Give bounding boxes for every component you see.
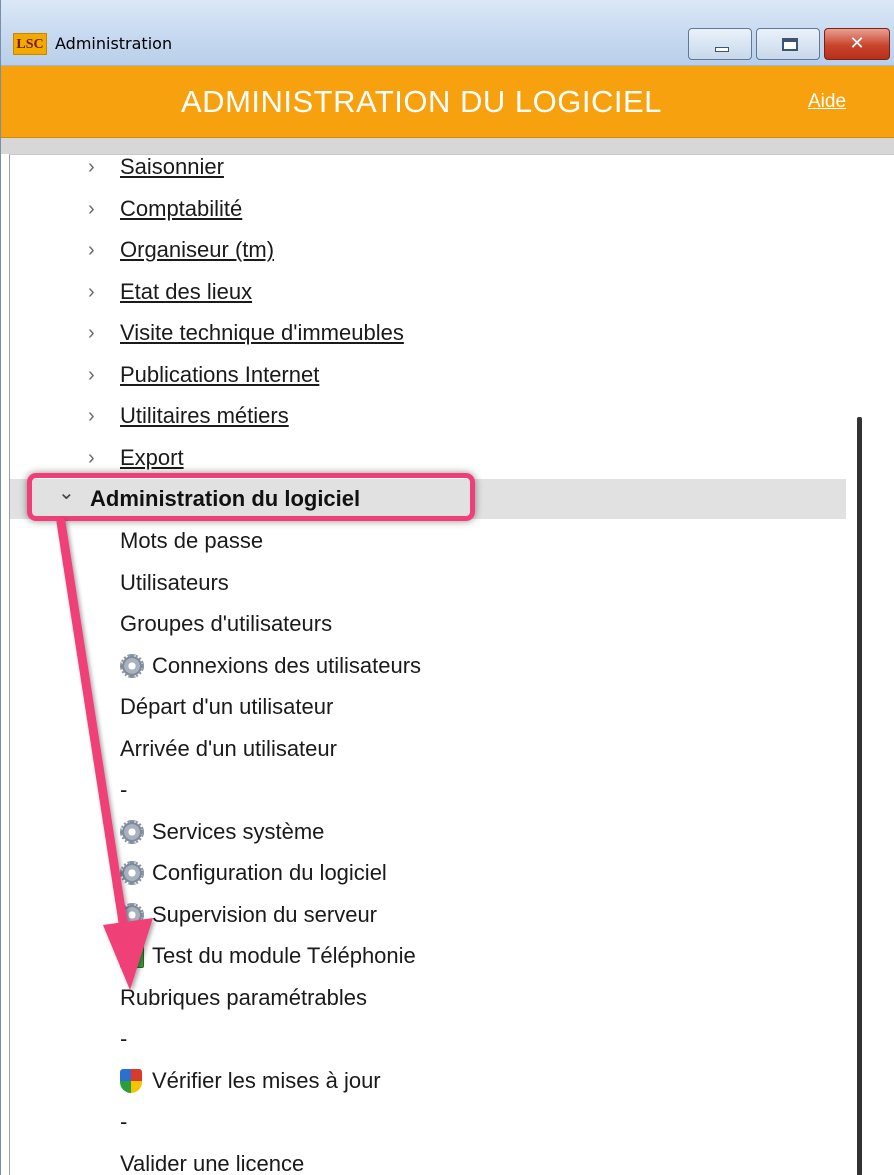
tree-section-label[interactable]: Visite technique d'immeubles: [120, 313, 404, 353]
tree-item[interactable]: Utilisateurs: [10, 563, 846, 603]
separator-dash: -: [120, 1026, 128, 1051]
chevron-right-icon[interactable]: ›: [88, 272, 108, 312]
tree-item-label[interactable]: Connexions des utilisateurs: [152, 646, 421, 686]
separator-dash: -: [120, 1109, 128, 1134]
chevron-right-icon[interactable]: ›: [88, 230, 108, 270]
tree-item[interactable]: Connexions des utilisateurs: [10, 646, 846, 686]
maximize-icon: [782, 38, 798, 51]
tree-section-export[interactable]: › Export: [10, 438, 846, 478]
scrollbar-thumb[interactable]: [857, 417, 862, 1175]
tree-section-publications-internet[interactable]: › Publications Internet: [10, 355, 846, 395]
tree-section-utilitaires-metiers[interactable]: › Utilitaires métiers: [10, 396, 846, 436]
page-title: ADMINISTRATION DU LOGICIEL: [181, 84, 662, 119]
gear-icon: [120, 861, 144, 885]
annotation-highlight-box: [27, 473, 475, 521]
page-header: ADMINISTRATION DU LOGICIEL Aide: [1, 66, 894, 138]
tree-section-label[interactable]: Comptabilité: [120, 189, 242, 229]
tree-section-label[interactable]: Etat des lieux: [120, 272, 252, 312]
tree-section-organiseur-tm[interactable]: › Organiseur (tm): [10, 230, 846, 270]
close-icon: ✕: [849, 33, 865, 54]
tree-section-etat-des-lieux[interactable]: › Etat des lieux: [10, 272, 846, 312]
tree-item-label[interactable]: Test du module Téléphonie: [152, 936, 416, 976]
tree-section-label[interactable]: Organiseur (tm): [120, 230, 274, 270]
tree-section-saisonnier[interactable]: › Saisonnier: [10, 155, 846, 187]
tree-item[interactable]: Vérifier les mises à jour: [10, 1061, 846, 1101]
gear-icon: [120, 902, 144, 927]
tree-section-visite-technique-d-immeubles[interactable]: › Visite technique d'immeubles: [10, 313, 846, 353]
menu-separator: -: [10, 770, 846, 810]
tree-item[interactable]: Groupes d'utilisateurs: [10, 604, 846, 644]
chevron-right-icon[interactable]: ›: [88, 355, 108, 395]
administration-window: LSC Administration ✕ ADMINISTRATION DU L…: [0, 0, 894, 1175]
tree-item[interactable]: Valider une licence: [10, 1144, 846, 1175]
tree-item[interactable]: Rubriques paramétrables: [10, 978, 846, 1018]
tree-item-label[interactable]: Départ d'un utilisateur: [120, 687, 333, 727]
tree-item-label[interactable]: Mots de passe: [120, 521, 263, 561]
tree-section-label[interactable]: Export: [120, 438, 184, 478]
tree-item-label[interactable]: Groupes d'utilisateurs: [120, 604, 332, 644]
tree-item-label[interactable]: Rubriques paramétrables: [120, 978, 367, 1018]
menu-separator: -: [10, 1019, 846, 1059]
tree-item[interactable]: Départ d'un utilisateur: [10, 687, 846, 727]
phone-icon: [120, 944, 144, 968]
chevron-right-icon[interactable]: ›: [88, 189, 108, 229]
help-link[interactable]: Aide: [808, 90, 846, 114]
title-bar: LSC Administration ✕: [1, 0, 894, 66]
scrollbar[interactable]: [846, 155, 894, 1175]
gear-icon: [120, 819, 144, 844]
tree-item-label[interactable]: Services système: [152, 812, 324, 852]
tree-item[interactable]: Services système: [10, 812, 846, 852]
gear-icon: [120, 653, 144, 678]
tree-item[interactable]: Configuration du logiciel: [10, 853, 846, 893]
tree-section-label[interactable]: Publications Internet: [120, 355, 319, 395]
tree-item-label[interactable]: Vérifier les mises à jour: [152, 1061, 381, 1101]
maximize-button[interactable]: [756, 28, 820, 60]
tree-item[interactable]: Arrivée d'un utilisateur: [10, 729, 846, 769]
tree-section-label[interactable]: Utilitaires métiers: [120, 396, 289, 436]
tree-section-comptabilite[interactable]: › Comptabilité: [10, 189, 846, 229]
tree-item-label[interactable]: Supervision du serveur: [152, 895, 377, 935]
tree-item-label[interactable]: Utilisateurs: [120, 563, 229, 603]
chevron-right-icon[interactable]: ›: [88, 396, 108, 436]
header-separator: [1, 138, 894, 154]
tree-item-label[interactable]: Configuration du logiciel: [152, 853, 387, 893]
window-title: Administration: [55, 34, 173, 53]
tree-item-label[interactable]: Arrivée d'un utilisateur: [120, 729, 337, 769]
separator-dash: -: [120, 777, 128, 802]
minimize-button[interactable]: [688, 28, 752, 60]
navigation-tree: › Saisonnier › Comptabilité › Organiseur (tm)…: [9, 154, 894, 1175]
close-button[interactable]: ✕: [824, 28, 890, 60]
shield-icon: [120, 1068, 142, 1093]
tree-section-label[interactable]: Saisonnier: [120, 155, 224, 187]
chevron-right-icon[interactable]: ›: [88, 313, 108, 353]
app-logo-icon: LSC: [13, 33, 47, 55]
tree-item[interactable]: Mots de passe: [10, 521, 846, 561]
tree-item[interactable]: Supervision du serveur: [10, 895, 846, 935]
minimize-icon: [715, 47, 729, 52]
menu-separator: -: [10, 1102, 846, 1142]
tree-item-label[interactable]: Valider une licence: [120, 1144, 304, 1175]
chevron-right-icon[interactable]: ›: [88, 155, 108, 187]
chevron-right-icon[interactable]: ›: [88, 438, 108, 478]
tree-item[interactable]: Test du module Téléphonie: [10, 936, 846, 976]
